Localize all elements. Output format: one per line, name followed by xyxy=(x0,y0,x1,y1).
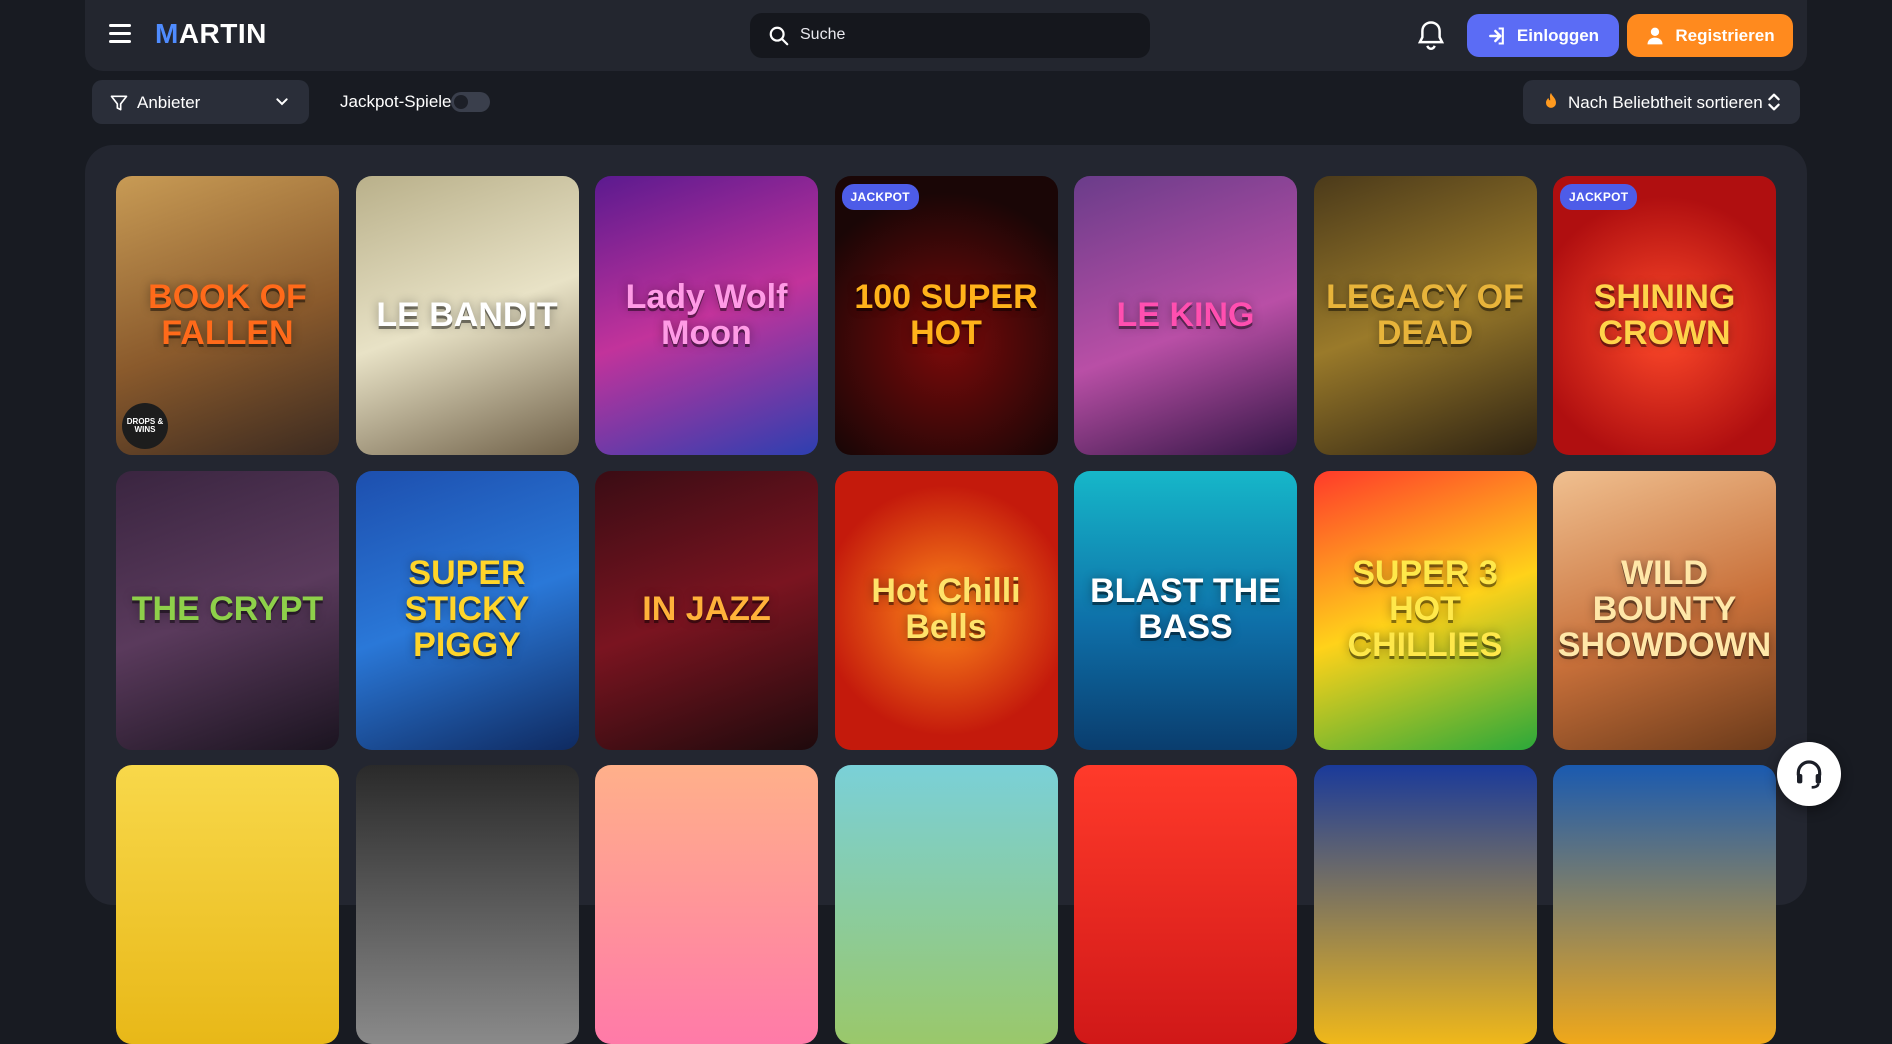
game-tile[interactable] xyxy=(1553,765,1776,1044)
login-label: Einloggen xyxy=(1516,25,1600,45)
game-tile[interactable] xyxy=(116,765,339,1044)
game-tile[interactable] xyxy=(595,765,818,1044)
game-tile[interactable]: IN JAZZ xyxy=(595,470,818,750)
game-tile[interactable]: WILD BOUNTY SHOWDOWN xyxy=(1553,470,1776,750)
game-title: BLAST THE BASS xyxy=(1090,572,1281,646)
game-tile[interactable]: Hot Chilli Bells xyxy=(834,470,1058,750)
sort-dropdown[interactable]: Nach Beliebtheit sortieren xyxy=(1523,80,1800,124)
register-label: Registrieren xyxy=(1675,25,1775,45)
jackpot-badge: JACKPOT xyxy=(1560,184,1638,210)
game-tile[interactable]: THE CRYPT xyxy=(116,470,339,750)
game-tile[interactable]: BLAST THE BASS xyxy=(1074,470,1297,750)
game-tile[interactable] xyxy=(1074,765,1297,1044)
notification-bell-icon[interactable] xyxy=(1416,20,1446,52)
game-title: Hot Chilli Bells xyxy=(871,572,1021,646)
login-button[interactable]: Einloggen xyxy=(1467,14,1619,57)
login-arrow-icon xyxy=(1488,26,1504,45)
game-title: THE CRYPT xyxy=(131,590,324,629)
hamburger-menu-icon[interactable] xyxy=(109,24,131,44)
game-title: SUPER 3 HOT CHILLIES xyxy=(1347,554,1503,664)
game-title: SHINING CROWN xyxy=(1593,277,1736,352)
game-title: SUPER STICKY PIGGY xyxy=(404,554,530,664)
game-title: WILD BOUNTY SHOWDOWN xyxy=(1557,554,1772,664)
game-tile[interactable] xyxy=(834,765,1058,1044)
game-tile[interactable]: SUPER STICKY PIGGY xyxy=(355,470,579,750)
jackpot-badge: JACKPOT xyxy=(841,184,919,210)
game-tile[interactable] xyxy=(1313,765,1537,1044)
drops-and-wins-badge: DROPS & WINS xyxy=(122,403,168,449)
provider-filter-label: Anbieter xyxy=(137,93,201,112)
game-title: IN JAZZ xyxy=(642,590,771,629)
headset-icon xyxy=(1796,760,1822,789)
sort-updown-icon xyxy=(1768,93,1780,111)
search-input[interactable]: Suche xyxy=(750,13,1150,58)
jackpot-games-label: Jackpot-Spiele xyxy=(340,92,452,111)
game-title: LEGACY OF DEAD xyxy=(1326,277,1524,352)
game-title: LE KING xyxy=(1116,295,1255,334)
flame-icon xyxy=(1546,92,1556,108)
top-header: MARTIN Suche Einloggen Registrieren xyxy=(85,0,1807,71)
jackpot-games-toggle[interactable] xyxy=(451,92,490,112)
game-title: LE BANDIT xyxy=(376,295,558,334)
filter-icon xyxy=(110,95,128,111)
site-logo[interactable]: MARTIN xyxy=(155,18,267,50)
game-tile[interactable]: SHINING CROWN JACKPOT xyxy=(1553,176,1776,455)
game-tile[interactable]: LE BANDIT xyxy=(355,176,579,455)
game-title: 100 SUPER HOT xyxy=(854,277,1038,352)
game-tile[interactable]: Lady Wolf Moon xyxy=(595,176,818,455)
logo-text: ARTIN xyxy=(178,18,267,49)
search-icon xyxy=(769,26,789,46)
search-placeholder: Suche xyxy=(800,26,846,43)
game-title: Lady Wolf Moon xyxy=(625,277,788,352)
game-tile[interactable] xyxy=(355,765,579,1044)
game-tile[interactable]: SUPER 3 HOT CHILLIES xyxy=(1313,470,1537,750)
register-button[interactable]: Registrieren xyxy=(1627,14,1793,57)
game-title: BOOK OF FALLEN xyxy=(148,277,307,352)
sort-label: Nach Beliebtheit sortieren xyxy=(1568,93,1763,112)
support-chat-button[interactable] xyxy=(1777,742,1841,806)
provider-filter-dropdown[interactable]: Anbieter xyxy=(92,80,309,124)
game-tile[interactable]: BOOK OF FALLEN DROPS & WINS xyxy=(116,176,339,455)
game-tile[interactable]: LEGACY OF DEAD xyxy=(1313,176,1537,455)
user-icon xyxy=(1647,27,1663,44)
game-tile[interactable]: LE KING xyxy=(1074,176,1297,455)
toggle-knob xyxy=(454,95,468,109)
game-tile[interactable]: 100 SUPER HOT JACKPOT xyxy=(834,176,1058,455)
chevron-down-icon xyxy=(276,98,288,106)
